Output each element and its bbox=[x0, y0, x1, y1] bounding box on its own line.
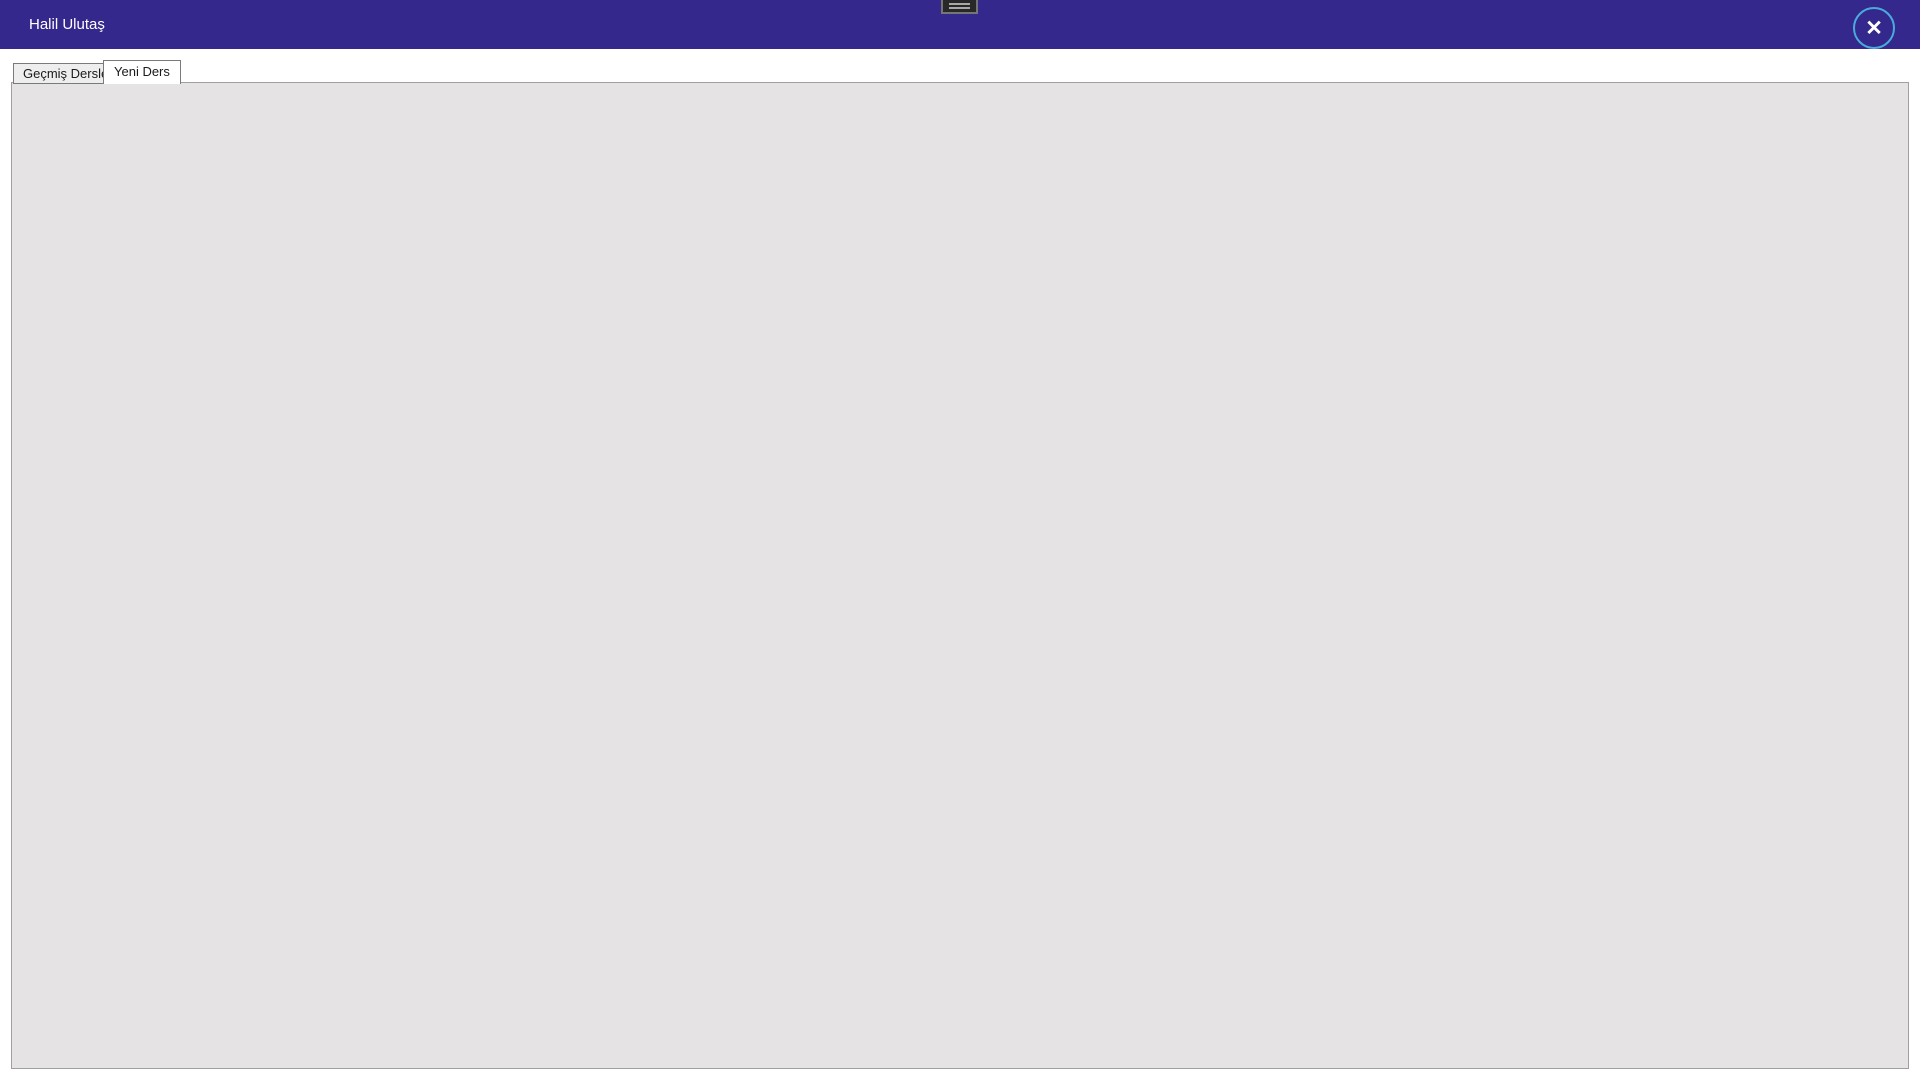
tab-yeni-ders[interactable]: Yeni Ders bbox=[103, 60, 181, 84]
top-center-notch bbox=[941, 0, 978, 14]
tab-page-yeni-ders bbox=[11, 82, 1909, 1069]
window-title: Halil Ulutaş bbox=[29, 0, 105, 49]
notch-line bbox=[949, 7, 970, 9]
titlebar: Halil Ulutaş ✕ bbox=[0, 0, 1920, 49]
close-button[interactable]: ✕ bbox=[1853, 7, 1895, 49]
notch-line bbox=[949, 3, 970, 5]
close-icon: ✕ bbox=[1865, 16, 1883, 41]
